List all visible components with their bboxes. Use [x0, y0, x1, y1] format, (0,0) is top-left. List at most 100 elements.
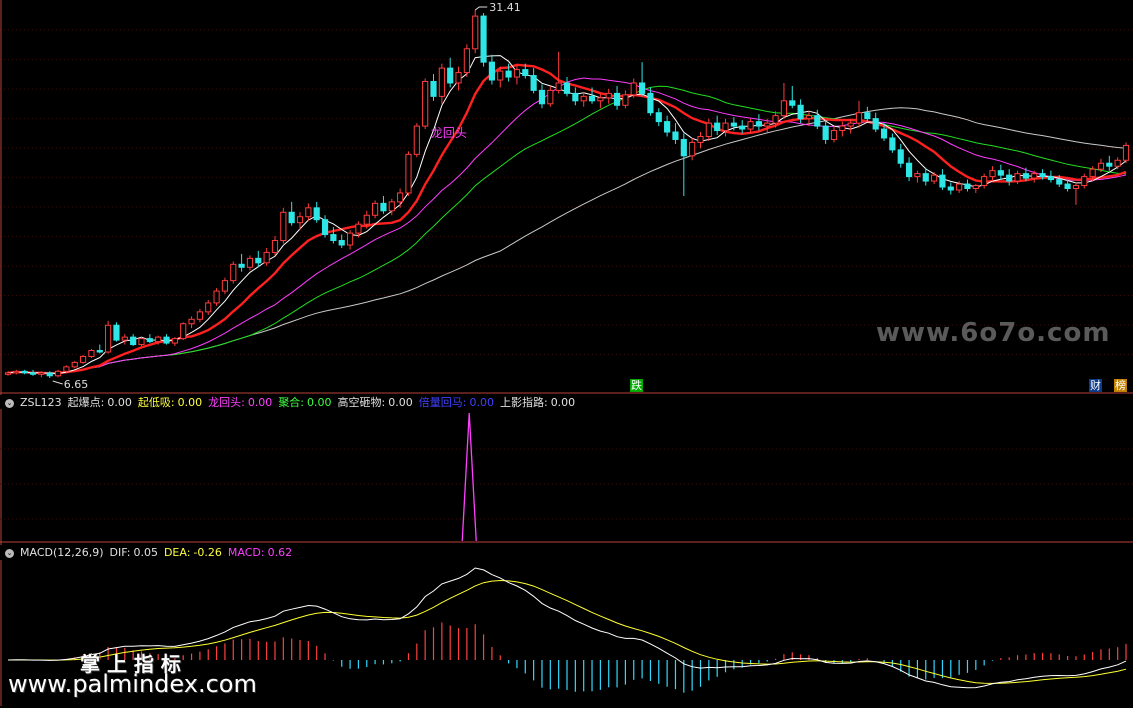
candle-body — [580, 95, 587, 102]
indicator-name[interactable]: ZSL123 — [20, 396, 62, 409]
candle-body — [505, 70, 512, 78]
field-value-3: 0.00 — [307, 396, 332, 409]
candle-body — [964, 183, 971, 190]
candle-body — [847, 122, 854, 127]
candle-body — [21, 370, 28, 374]
candle-body — [288, 211, 295, 224]
candle-body — [263, 251, 270, 264]
low-pointer — [52, 380, 63, 385]
candle-body — [196, 311, 203, 320]
candle-body — [513, 69, 521, 78]
candle-body — [363, 214, 370, 225]
candle-body — [388, 201, 395, 212]
candle-body — [430, 80, 437, 97]
candle-body — [605, 92, 612, 99]
candle-body — [1039, 173, 1046, 178]
field-1: 起低吸: — [137, 396, 175, 409]
candle-body — [1081, 176, 1088, 187]
candle-body — [931, 174, 938, 182]
ma10-line — [7, 63, 1127, 375]
candle-body — [46, 372, 53, 377]
field-2: MACD: — [227, 546, 265, 559]
field-value-1: 0.00 — [177, 396, 203, 409]
candle-body — [914, 173, 921, 178]
field-3: 聚合: — [278, 396, 305, 409]
candle-body — [13, 370, 20, 374]
main-price-panel[interactable]: 31.41 6.65 龙回头 — [0, 0, 1133, 395]
candle-body — [1072, 185, 1080, 190]
candle-body — [588, 95, 596, 102]
candle-body — [422, 80, 429, 127]
candle-body — [105, 324, 112, 353]
field-1: DEA: — [163, 546, 191, 559]
candle-body — [280, 211, 287, 242]
macd-panel[interactable] — [0, 560, 1133, 706]
field-0: 起爆点: — [67, 396, 105, 409]
candle-body — [655, 112, 662, 123]
candle-body — [889, 137, 896, 151]
candle-body — [563, 82, 571, 94]
low-price-label: 6.65 — [64, 378, 88, 391]
candle-body — [313, 207, 320, 221]
field-value-4: 0.00 — [388, 396, 413, 409]
candle-body — [255, 257, 262, 264]
candle-body — [989, 170, 996, 178]
candle-body — [822, 125, 829, 140]
candle-body — [530, 75, 537, 91]
candle-body — [397, 192, 404, 203]
candle-body — [680, 138, 687, 157]
candle-body — [1097, 162, 1105, 170]
candle-body — [138, 338, 145, 346]
candle-body — [705, 122, 712, 137]
candle-body — [1089, 168, 1096, 178]
candle-body — [213, 290, 220, 304]
candle-body — [88, 350, 95, 357]
event-marker-die[interactable]: 跌 — [630, 379, 643, 392]
candle-body — [905, 162, 913, 178]
candle-body — [1122, 144, 1130, 161]
candle-body — [538, 89, 546, 105]
candle-body — [54, 370, 62, 377]
candle-body — [555, 82, 562, 91]
candle-body — [4, 372, 12, 375]
candle-body — [747, 121, 754, 130]
candle-body — [188, 318, 195, 325]
candle-body — [205, 302, 212, 313]
event-marker-bang[interactable]: 榜 — [1114, 379, 1127, 392]
event-marker-cai[interactable]: 财 — [1089, 379, 1102, 392]
field-value-1: -0.26 — [193, 546, 222, 559]
candle-body — [480, 15, 487, 63]
indicator-panel[interactable] — [0, 409, 1133, 545]
candle-body — [864, 112, 871, 120]
candle-body — [722, 122, 729, 132]
candle-body — [497, 70, 504, 81]
candle-body — [622, 94, 629, 106]
candle-body — [1022, 173, 1029, 179]
macd-name[interactable]: MACD(12,26,9) — [20, 546, 104, 559]
candle-body — [221, 280, 229, 292]
field-6: 上影指路: — [499, 396, 548, 409]
candle-body — [981, 176, 988, 187]
candle-body — [63, 366, 70, 372]
high-pointer — [474, 6, 488, 11]
collapse-icon[interactable]: ⌄ — [5, 548, 14, 558]
candle-body — [121, 336, 128, 341]
candle-body — [780, 100, 788, 117]
field-value-2: 0.62 — [267, 546, 293, 559]
candle-body — [271, 240, 279, 253]
candle-body — [897, 149, 904, 164]
candle-body — [647, 92, 654, 114]
candle-body — [1006, 174, 1013, 182]
signal-spike — [461, 412, 477, 542]
field-value-0: 0.00 — [107, 396, 132, 409]
candle-body — [305, 207, 312, 218]
macd-header: ⌄ MACD(12,26,9) DIF: 0.05 DEA: -0.26 MACD: 0.62 — [0, 545, 304, 561]
candle-body — [71, 361, 78, 368]
candle-body — [764, 122, 771, 127]
candle-body — [29, 372, 37, 375]
candle-body — [672, 131, 679, 140]
field-5: 倍量回马: — [418, 396, 467, 409]
field-value-6: 0.00 — [550, 396, 576, 409]
collapse-icon[interactable]: ⌄ — [5, 398, 14, 408]
candle-body — [413, 125, 420, 155]
